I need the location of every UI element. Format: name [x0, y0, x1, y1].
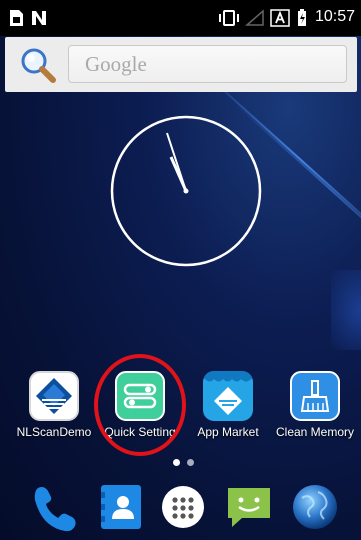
app-nlscandemo[interactable]: NLScanDemo: [9, 368, 99, 446]
app-label: App Market: [197, 425, 259, 439]
highlight-ring-annotation: [94, 354, 186, 456]
search-input[interactable]: Google: [68, 45, 347, 83]
app-label: NLScanDemo: [16, 425, 92, 439]
clock-center: [183, 188, 189, 194]
wallpaper-glow: [331, 270, 361, 350]
contacts-icon[interactable]: [96, 482, 146, 532]
no-signal-icon: [245, 9, 264, 26]
sim-card-icon: [10, 10, 23, 26]
search-icon[interactable]: [19, 46, 57, 84]
google-search-widget[interactable]: Google: [5, 37, 357, 92]
battery-charging-icon: [298, 9, 306, 26]
vibrate-icon: [219, 10, 239, 26]
phone-icon[interactable]: [30, 482, 80, 532]
status-bar[interactable]: 10:57: [0, 0, 361, 36]
app-drawer-icon[interactable]: [158, 482, 208, 532]
nlscan-logo-icon: [29, 371, 79, 421]
auto-rotate-icon: [270, 9, 290, 27]
browser-globe-icon[interactable]: [290, 482, 340, 532]
app-label: Clean Memory: [275, 425, 355, 439]
page-indicator-dot-active: [173, 459, 180, 466]
analog-clock-widget[interactable]: [108, 113, 264, 269]
dock: [0, 476, 361, 540]
status-time: 10:57: [314, 8, 355, 25]
app-market-icon: [203, 371, 253, 421]
nfc-icon: [32, 11, 46, 25]
page-indicator-dot: [187, 459, 194, 466]
messaging-icon[interactable]: [224, 482, 274, 532]
search-placeholder: Google: [85, 52, 147, 76]
app-app-market[interactable]: App Market: [183, 368, 273, 446]
broom-icon: [290, 371, 340, 421]
app-clean-memory[interactable]: Clean Memory: [270, 368, 360, 446]
clock-hour-hand: [169, 156, 188, 192]
